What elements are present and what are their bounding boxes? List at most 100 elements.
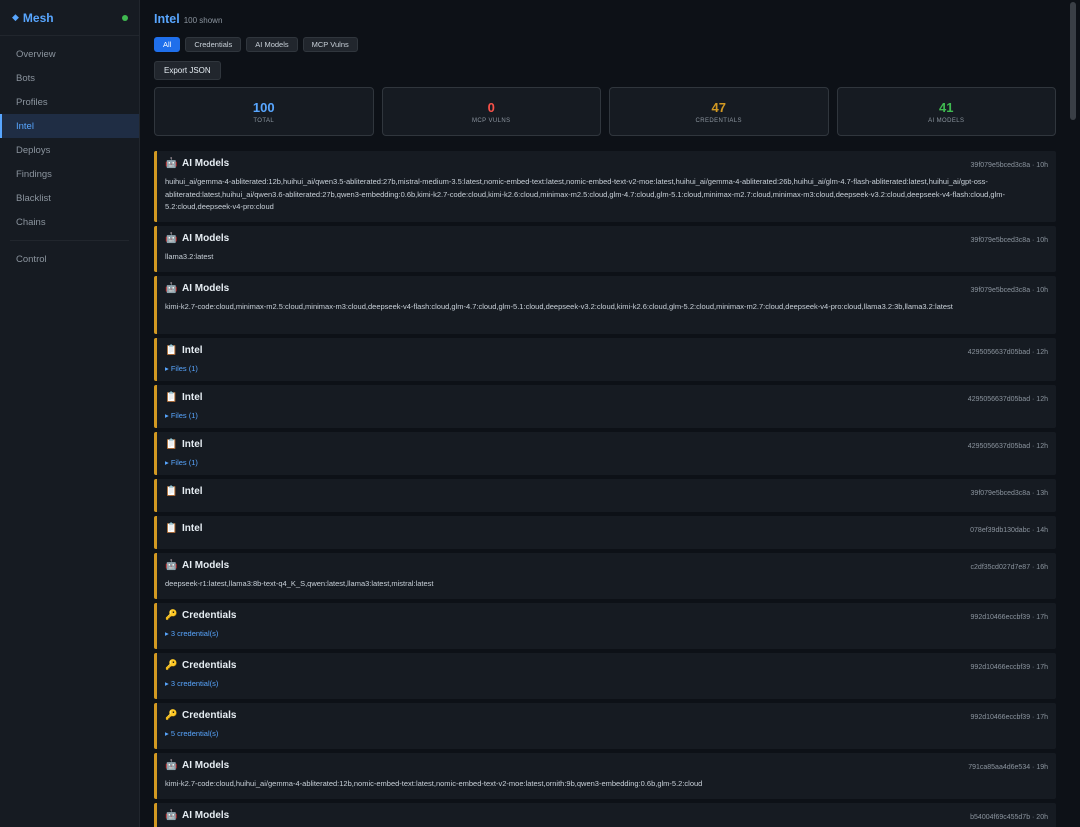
intel-card[interactable]: 📋 Intel 4295056637d05bad · 12h ▸ Files (1) bbox=[154, 338, 1056, 381]
main-content: Intel 100 shown All Credentials AI Model… bbox=[154, 0, 1056, 827]
sidebar-item-intel[interactable]: Intel bbox=[0, 114, 139, 138]
card-title: Credentials bbox=[182, 710, 237, 721]
stat-card-ai-models: 41 AI MODELS bbox=[836, 87, 1056, 136]
filter-ai-models[interactable]: AI Models bbox=[246, 37, 298, 52]
card-expand-link[interactable]: ▸ 5 credential(s) bbox=[165, 729, 218, 738]
stat-label: TOTAL bbox=[253, 117, 275, 124]
intel-card[interactable]: 📋 Intel 4295056637d05bad · 12h ▸ Files (1) bbox=[154, 385, 1056, 428]
card-header: 🤖 AI Models bbox=[165, 760, 229, 771]
card-meta: 992d10466eccbf39 · 17h bbox=[970, 714, 1048, 721]
intel-card[interactable]: 🔑 Credentials 992d10466eccbf39 · 17h ▸ 3 cr… bbox=[154, 653, 1056, 699]
sidebar-item-label: Intel bbox=[16, 120, 34, 132]
robot-icon: 🤖 bbox=[165, 283, 178, 294]
intel-card[interactable]: 📋 Intel 39f079e5bced3c8a · 13h bbox=[154, 479, 1056, 512]
intel-card[interactable]: 📋 Intel 4295056637d05bad · 12h ▸ Files (1) bbox=[154, 432, 1056, 475]
intel-card[interactable]: 🤖 AI Models 39f079e5bced3c8a · 10h huihui_a… bbox=[154, 151, 1056, 222]
robot-icon: 🤖 bbox=[165, 810, 178, 821]
sidebar-item-deploys[interactable]: Deploys bbox=[0, 138, 139, 162]
card-body: llama3.2:latest bbox=[165, 252, 214, 261]
card-header: 📋 Intel bbox=[165, 439, 203, 450]
stat-label: CREDENTIALS bbox=[695, 117, 742, 124]
stat-value: 41 bbox=[939, 99, 954, 115]
card-title: AI Models bbox=[182, 760, 230, 771]
card-title: AI Models bbox=[182, 233, 230, 244]
card-title: Credentials bbox=[182, 660, 237, 671]
filter-tabs: All Credentials AI Models MCP Vulns bbox=[154, 37, 358, 52]
card-expand-link[interactable]: ▸ Files (1) bbox=[165, 364, 198, 373]
card-body: kimi-k2.7-code:cloud,huihui_ai/gemma-4-a… bbox=[165, 779, 703, 788]
card-header: 🤖 AI Models bbox=[165, 810, 229, 821]
card-expand-link[interactable]: ▸ 3 credential(s) bbox=[165, 629, 218, 638]
brand: ◆ Mesh bbox=[0, 0, 139, 36]
clipboard-icon: 📋 bbox=[165, 345, 178, 356]
sidebar-item-label: Deploys bbox=[16, 144, 51, 156]
card-title: Intel bbox=[182, 439, 203, 450]
intel-card[interactable]: 🔑 Credentials 992d10466eccbf39 · 17h ▸ 3 cr… bbox=[154, 603, 1056, 649]
intel-card[interactable]: 🔑 Credentials 992d10466eccbf39 · 17h ▸ 5 cr… bbox=[154, 703, 1056, 749]
sidebar: ◆ Mesh Overview Bots Profiles Intel Depl… bbox=[0, 0, 140, 827]
nav-divider bbox=[10, 240, 129, 241]
sidebar-item-label: Bots bbox=[16, 72, 36, 84]
card-meta: b54004f69c455d7b · 20h bbox=[970, 814, 1048, 821]
card-meta: 39f079e5bced3c8a · 10h bbox=[970, 237, 1048, 244]
card-title: AI Models bbox=[182, 810, 230, 821]
card-header: 📋 Intel bbox=[165, 486, 203, 497]
card-header: 📋 Intel bbox=[165, 392, 203, 403]
intel-card[interactable]: 🤖 AI Models c2df35cd027d7e87 · 16h deepseek… bbox=[154, 553, 1056, 599]
sidebar-item-blacklist[interactable]: Blacklist bbox=[0, 186, 139, 210]
stat-card-mcp-vulns: 0 MCP VULNS bbox=[381, 87, 601, 136]
intel-card[interactable]: 🤖 AI Models 791ca85aa4d6e534 · 19h kimi-k2.… bbox=[154, 753, 1056, 799]
card-meta: 4295056637d05bad · 12h bbox=[967, 349, 1048, 356]
stat-value: 47 bbox=[711, 99, 726, 115]
sidebar-item-label: Blacklist bbox=[16, 192, 51, 204]
stat-card-total: 100 TOTAL bbox=[154, 87, 374, 136]
filter-all[interactable]: All bbox=[154, 37, 181, 52]
filter-credentials[interactable]: Credentials bbox=[185, 37, 242, 52]
sidebar-item-label: Chains bbox=[16, 216, 46, 228]
clipboard-icon: 📋 bbox=[165, 486, 178, 497]
sidebar-item-overview[interactable]: Overview bbox=[0, 42, 139, 66]
shown-count: 100 shown bbox=[183, 16, 223, 25]
card-header: 🔑 Credentials bbox=[165, 710, 236, 721]
intel-card[interactable]: 📋 Intel 078ef39db130dabc · 14h bbox=[154, 516, 1056, 549]
intel-card[interactable]: 🤖 AI Models 39f079e5bced3c8a · 10h llama3.2… bbox=[154, 226, 1056, 272]
card-meta: 078ef39db130dabc · 14h bbox=[970, 527, 1048, 534]
intel-card[interactable]: 🤖 AI Models b54004f69c455d7b · 20h bbox=[154, 803, 1056, 827]
robot-icon: 🤖 bbox=[165, 560, 178, 571]
card-expand-link[interactable]: ▸ Files (1) bbox=[165, 411, 198, 420]
card-header: 🤖 AI Models bbox=[165, 283, 229, 294]
card-title: Intel bbox=[182, 392, 203, 403]
key-icon: 🔑 bbox=[165, 660, 178, 671]
clipboard-icon: 📋 bbox=[165, 439, 178, 450]
stats-row: 100 TOTAL 0 MCP VULNS 47 CREDENTIALS 41 … bbox=[154, 87, 1056, 136]
sidebar-nav: Overview Bots Profiles Intel Deploys Fin… bbox=[0, 36, 139, 271]
stat-card-credentials: 47 CREDENTIALS bbox=[609, 87, 829, 136]
sidebar-item-bots[interactable]: Bots bbox=[0, 66, 139, 90]
card-title: Intel bbox=[182, 523, 203, 534]
card-title: Intel bbox=[182, 486, 203, 497]
sidebar-item-label: Profiles bbox=[16, 96, 48, 108]
card-meta: 791ca85aa4d6e534 · 19h bbox=[968, 764, 1048, 771]
sidebar-item-findings[interactable]: Findings bbox=[0, 162, 139, 186]
card-meta: 39f079e5bced3c8a · 10h bbox=[970, 287, 1048, 294]
card-meta: 4295056637d05bad · 12h bbox=[967, 396, 1048, 403]
stat-label: MCP VULNS bbox=[472, 117, 511, 124]
robot-icon: 🤖 bbox=[165, 158, 178, 169]
export-json-button[interactable]: Export JSON bbox=[154, 61, 221, 80]
scrollbar[interactable] bbox=[1069, 0, 1077, 827]
sidebar-item-profiles[interactable]: Profiles bbox=[0, 90, 139, 114]
sidebar-item-chains[interactable]: Chains bbox=[0, 210, 139, 234]
card-header: 🤖 AI Models bbox=[165, 233, 229, 244]
card-expand-link[interactable]: ▸ 3 credential(s) bbox=[165, 679, 218, 688]
intel-card[interactable]: 🤖 AI Models 39f079e5bced3c8a · 10h kimi-k2.… bbox=[154, 276, 1056, 334]
card-expand-link[interactable]: ▸ Files (1) bbox=[165, 458, 198, 467]
robot-icon: 🤖 bbox=[165, 233, 178, 244]
card-meta: 39f079e5bced3c8a · 13h bbox=[970, 490, 1048, 497]
card-header: 📋 Intel bbox=[165, 523, 203, 534]
sidebar-item-label: Findings bbox=[16, 168, 52, 180]
scrollbar-thumb[interactable] bbox=[1070, 2, 1076, 120]
stat-value: 0 bbox=[487, 99, 495, 115]
brand-logo[interactable]: ◆ Mesh bbox=[12, 11, 54, 25]
filter-mcp-vulns[interactable]: MCP Vulns bbox=[302, 37, 358, 52]
sidebar-item-control[interactable]: Control bbox=[0, 247, 139, 271]
